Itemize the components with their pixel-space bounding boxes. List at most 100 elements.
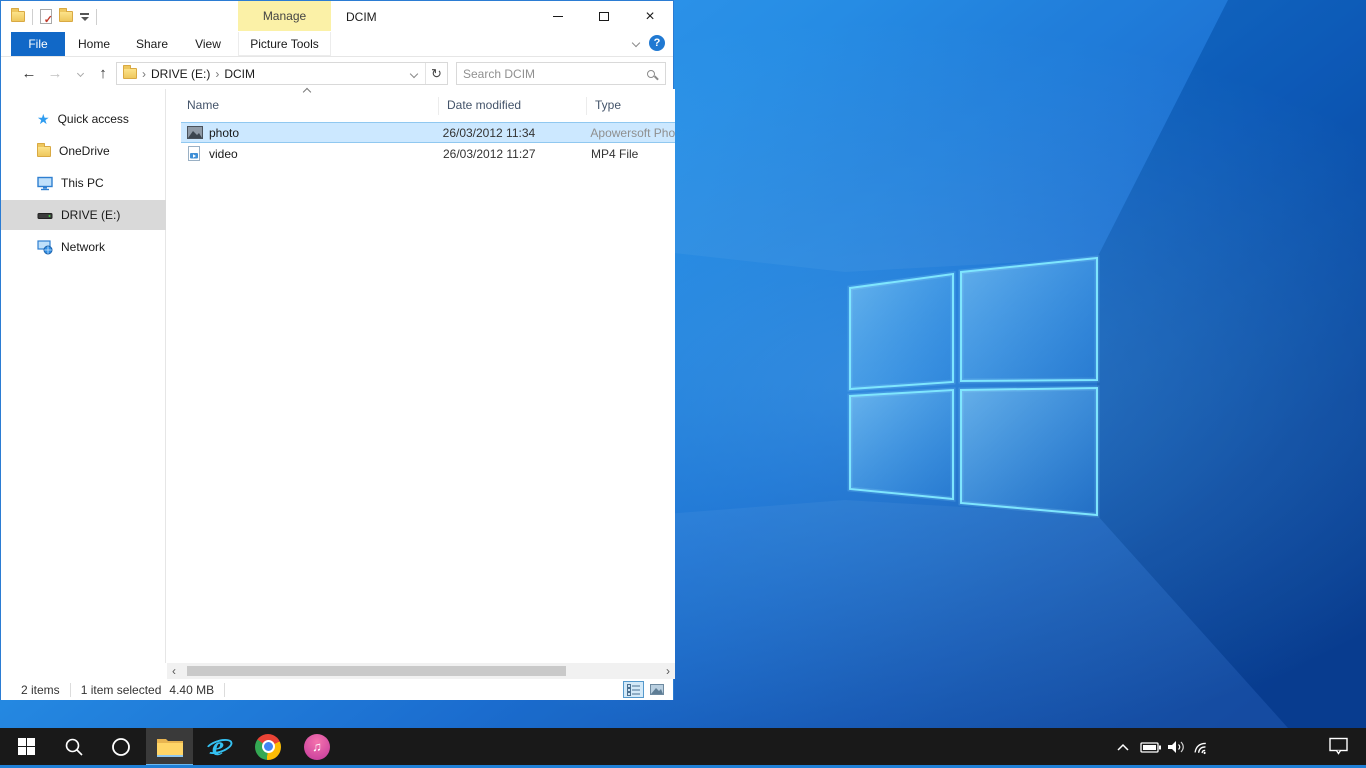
photo-thumbnail-icon bbox=[187, 126, 203, 139]
scroll-right-arrow[interactable]: › bbox=[661, 663, 675, 679]
file-name: photo bbox=[209, 126, 443, 140]
window-folder-icon bbox=[11, 11, 25, 22]
file-name: video bbox=[209, 147, 443, 161]
breadcrumb-folder[interactable]: DCIM bbox=[224, 67, 255, 81]
chevron-down-icon bbox=[76, 69, 83, 76]
manage-contextual-group[interactable]: Manage bbox=[238, 1, 331, 31]
scroll-left-arrow[interactable]: ‹ bbox=[167, 663, 181, 679]
sidebar-item-label: DRIVE (E:) bbox=[61, 208, 120, 222]
separator bbox=[70, 683, 71, 697]
address-dropdown-button[interactable] bbox=[403, 63, 425, 84]
column-separator[interactable] bbox=[586, 97, 587, 115]
column-header-type[interactable]: Type bbox=[595, 93, 621, 117]
minimize-icon bbox=[553, 16, 563, 17]
new-folder-icon[interactable] bbox=[59, 11, 73, 22]
tab-share[interactable]: Share bbox=[128, 32, 176, 56]
file-explorer-taskbar-button[interactable] bbox=[146, 728, 193, 765]
chrome-taskbar-button[interactable] bbox=[246, 728, 290, 765]
selection-count: 1 item selected bbox=[81, 683, 162, 697]
scrollbar-thumb[interactable] bbox=[187, 666, 566, 676]
maximize-button[interactable] bbox=[581, 1, 627, 32]
sidebar-item-drive-e[interactable]: DRIVE (E:) bbox=[1, 200, 166, 230]
search-taskbar-button[interactable] bbox=[52, 728, 96, 765]
drive-icon bbox=[37, 208, 53, 223]
column-header-date-modified[interactable]: Date modified bbox=[447, 93, 521, 117]
sidebar-item-this-pc[interactable]: This PC bbox=[1, 168, 166, 198]
separator bbox=[96, 9, 97, 25]
items-count: 2 items bbox=[21, 683, 60, 697]
file-row[interactable]: video 26/03/2012 11:27 MP4 File bbox=[181, 143, 675, 164]
internet-explorer-taskbar-button[interactable]: e bbox=[197, 728, 241, 765]
help-icon[interactable]: ? bbox=[649, 35, 665, 51]
refresh-button[interactable]: ↻ bbox=[425, 63, 447, 84]
tab-view[interactable]: View bbox=[185, 32, 231, 56]
selection-size: 4.40 MB bbox=[169, 683, 214, 697]
minimize-button[interactable] bbox=[535, 1, 581, 32]
start-button[interactable] bbox=[4, 728, 48, 765]
cortana-icon bbox=[111, 737, 131, 757]
tray-wifi-button[interactable] bbox=[1190, 728, 1216, 765]
search-icon bbox=[64, 737, 84, 757]
network-icon bbox=[37, 240, 53, 255]
horizontal-scrollbar[interactable]: ‹ › bbox=[167, 663, 675, 679]
sidebar-item-label: OneDrive bbox=[59, 144, 110, 158]
tab-file[interactable]: File bbox=[11, 32, 65, 56]
sidebar-item-quick-access[interactable]: ★ Quick access bbox=[1, 104, 166, 134]
column-separator[interactable] bbox=[438, 97, 439, 115]
sidebar-item-label: Quick access bbox=[58, 112, 129, 126]
onedrive-icon bbox=[37, 146, 51, 157]
address-bar[interactable]: › DRIVE (E:) › DCIM ↻ bbox=[116, 62, 448, 85]
itunes-icon: ♫ bbox=[304, 734, 330, 760]
properties-icon[interactable] bbox=[40, 9, 52, 24]
file-list-pane: Name Date modified Type photo 26/03/2012… bbox=[167, 89, 675, 663]
sidebar-item-network[interactable]: Network bbox=[1, 232, 166, 262]
customize-qat-button[interactable] bbox=[80, 13, 89, 21]
recent-locations-button[interactable] bbox=[71, 57, 89, 89]
thumbnail-view-button[interactable] bbox=[646, 681, 667, 698]
file-row[interactable]: photo 26/03/2012 11:34 Apowersoft Pho bbox=[181, 122, 675, 143]
breadcrumb-drive[interactable]: DRIVE (E:) bbox=[151, 67, 210, 81]
tray-volume-button[interactable] bbox=[1164, 728, 1190, 765]
maximize-icon bbox=[599, 12, 609, 21]
navigation-pane: ★ Quick access OneDrive This PC bbox=[1, 89, 166, 663]
breadcrumb-folder-icon bbox=[123, 68, 137, 79]
column-header-name[interactable]: Name bbox=[187, 93, 219, 117]
close-button[interactable]: × bbox=[627, 1, 673, 32]
tray-show-hidden-icons-button[interactable] bbox=[1110, 728, 1136, 765]
itunes-taskbar-button[interactable]: ♫ bbox=[295, 728, 339, 765]
cortana-button[interactable] bbox=[99, 728, 143, 765]
tray-battery-button[interactable] bbox=[1138, 728, 1164, 765]
quick-access-toolbar bbox=[11, 1, 97, 32]
video-file-icon bbox=[187, 146, 203, 161]
tab-picture-tools[interactable]: Picture Tools bbox=[238, 32, 331, 56]
sidebar-item-onedrive[interactable]: OneDrive bbox=[1, 136, 166, 166]
up-button[interactable]: ↑ bbox=[91, 57, 115, 89]
details-view-button[interactable] bbox=[623, 681, 644, 698]
monitor-icon bbox=[37, 176, 53, 191]
forward-button[interactable]: → bbox=[43, 57, 67, 89]
sort-ascending-icon bbox=[303, 88, 311, 96]
chrome-icon bbox=[255, 734, 281, 760]
internet-explorer-icon: e bbox=[205, 733, 233, 761]
search-icon[interactable] bbox=[647, 70, 655, 78]
back-button[interactable]: ← bbox=[17, 57, 41, 89]
action-center-button[interactable] bbox=[1326, 728, 1352, 765]
thumbnail-view-icon bbox=[650, 684, 664, 695]
separator bbox=[32, 9, 33, 25]
ribbon-tab-row: File Home Share View Picture Tools ? bbox=[1, 32, 673, 57]
search-input[interactable] bbox=[457, 67, 647, 81]
chevron-up-icon bbox=[1116, 742, 1130, 752]
expand-ribbon-icon[interactable] bbox=[632, 39, 640, 47]
tab-home[interactable]: Home bbox=[71, 32, 117, 56]
desktop: Manage DCIM × File Home Share View Pictu… bbox=[0, 0, 1366, 768]
file-date-modified: 26/03/2012 11:27 bbox=[443, 147, 591, 161]
details-view-icon bbox=[627, 684, 641, 696]
search-box bbox=[456, 62, 666, 85]
breadcrumb-separator: › bbox=[142, 67, 146, 81]
status-bar: 2 items 1 item selected 4.40 MB bbox=[1, 679, 673, 700]
battery-icon bbox=[1140, 739, 1162, 755]
star-icon: ★ bbox=[37, 112, 50, 126]
windows-logo-icon bbox=[18, 738, 35, 755]
action-center-icon bbox=[1329, 737, 1349, 756]
close-icon: × bbox=[645, 9, 654, 25]
